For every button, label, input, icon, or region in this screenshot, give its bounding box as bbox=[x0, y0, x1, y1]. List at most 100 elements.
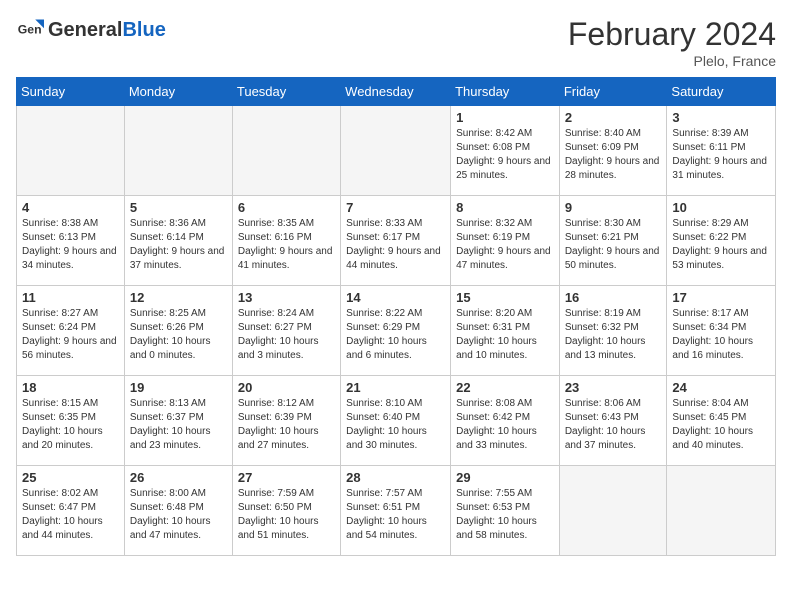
day-number: 8 bbox=[456, 200, 554, 215]
calendar-cell: 19Sunrise: 8:13 AM Sunset: 6:37 PM Dayli… bbox=[124, 376, 232, 466]
day-info: Sunrise: 8:04 AM Sunset: 6:45 PM Dayligh… bbox=[672, 397, 770, 453]
calendar-week-row: 4 Sunrise: 8:38 AM Sunset: 6:13 PM Daylig… bbox=[17, 196, 776, 286]
calendar-cell: 29 Sunrise: 7:55 AM Sunset: 6:53 PM Dayli… bbox=[451, 466, 560, 556]
day-number: 3 bbox=[672, 110, 770, 125]
day-info: Sunrise: 8:30 AM Sunset: 6:21 PM Dayligh… bbox=[565, 217, 662, 273]
day-info: Sunrise: 7:55 AM Sunset: 6:53 PM Dayligh… bbox=[456, 487, 554, 543]
day-info: Sunrise: 8:00 AM Sunset: 6:48 PM Dayligh… bbox=[130, 487, 227, 543]
calendar-cell: 10 Sunrise: 8:29 AM Sunset: 6:22 PM Dayli… bbox=[667, 196, 776, 286]
calendar-cell: 2 Sunrise: 8:40 AM Sunset: 6:09 PM Daylig… bbox=[559, 106, 667, 196]
calendar-cell: 17 Sunrise: 8:17 AM Sunset: 6:34 PM Dayli… bbox=[667, 286, 776, 376]
weekday-header-sunday: Sunday bbox=[17, 78, 125, 106]
logo-icon: Gen bbox=[16, 16, 44, 44]
calendar-cell: 27Sunrise: 7:59 AM Sunset: 6:50 PM Dayli… bbox=[232, 466, 340, 556]
day-info: Sunrise: 7:57 AM Sunset: 6:51 PM Dayligh… bbox=[346, 487, 445, 543]
day-number: 16 bbox=[565, 290, 662, 305]
day-info: Sunrise: 8:20 AM Sunset: 6:31 PM Dayligh… bbox=[456, 307, 554, 363]
calendar-cell: 13 Sunrise: 8:24 AM Sunset: 6:27 PM Dayli… bbox=[232, 286, 340, 376]
calendar-cell: 24Sunrise: 8:04 AM Sunset: 6:45 PM Dayli… bbox=[667, 376, 776, 466]
day-number: 5 bbox=[130, 200, 227, 215]
calendar-cell: 23 Sunrise: 8:06 AM Sunset: 6:43 PM Dayli… bbox=[559, 376, 667, 466]
day-info: Sunrise: 8:32 AM Sunset: 6:19 PM Dayligh… bbox=[456, 217, 554, 273]
day-number: 6 bbox=[238, 200, 335, 215]
day-info: Sunrise: 8:40 AM Sunset: 6:09 PM Dayligh… bbox=[565, 127, 662, 183]
day-number: 29 bbox=[456, 470, 554, 485]
svg-text:Gen: Gen bbox=[18, 23, 42, 37]
weekday-header-friday: Friday bbox=[559, 78, 667, 106]
calendar-cell bbox=[667, 466, 776, 556]
calendar-cell bbox=[232, 106, 340, 196]
day-number: 15 bbox=[456, 290, 554, 305]
day-number: 11 bbox=[22, 290, 119, 305]
day-number: 10 bbox=[672, 200, 770, 215]
day-number: 18 bbox=[22, 380, 119, 395]
day-info: Sunrise: 8:36 AM Sunset: 6:14 PM Dayligh… bbox=[130, 217, 227, 273]
day-info: Sunrise: 8:17 AM Sunset: 6:34 PM Dayligh… bbox=[672, 307, 770, 363]
weekday-header-row: SundayMondayTuesdayWednesdayThursdayFrid… bbox=[17, 78, 776, 106]
calendar-week-row: 1 Sunrise: 8:42 AM Sunset: 6:08 PM Daylig… bbox=[17, 106, 776, 196]
calendar-week-row: 18 Sunrise: 8:15 AM Sunset: 6:35 PM Dayli… bbox=[17, 376, 776, 466]
day-info: Sunrise: 8:25 AM Sunset: 6:26 PM Dayligh… bbox=[130, 307, 227, 363]
calendar-cell: 25 Sunrise: 8:02 AM Sunset: 6:47 PM Dayli… bbox=[17, 466, 125, 556]
day-info: Sunrise: 8:08 AM Sunset: 6:42 PM Dayligh… bbox=[456, 397, 554, 453]
page-header: Gen GeneralBlue February 2024 Plelo, Fra… bbox=[16, 16, 776, 69]
day-number: 14 bbox=[346, 290, 445, 305]
day-number: 26 bbox=[130, 470, 227, 485]
day-info: Sunrise: 8:27 AM Sunset: 6:24 PM Dayligh… bbox=[22, 307, 119, 363]
day-info: Sunrise: 8:33 AM Sunset: 6:17 PM Dayligh… bbox=[346, 217, 445, 273]
day-number: 13 bbox=[238, 290, 335, 305]
day-number: 1 bbox=[456, 110, 554, 125]
calendar-cell: 16Sunrise: 8:19 AM Sunset: 6:32 PM Dayli… bbox=[559, 286, 667, 376]
calendar-cell: 22Sunrise: 8:08 AM Sunset: 6:42 PM Dayli… bbox=[451, 376, 560, 466]
day-number: 23 bbox=[565, 380, 662, 395]
day-number: 17 bbox=[672, 290, 770, 305]
calendar-cell: 12 Sunrise: 8:25 AM Sunset: 6:26 PM Dayli… bbox=[124, 286, 232, 376]
calendar-cell: 4 Sunrise: 8:38 AM Sunset: 6:13 PM Daylig… bbox=[17, 196, 125, 286]
day-info: Sunrise: 8:38 AM Sunset: 6:13 PM Dayligh… bbox=[22, 217, 119, 273]
day-info: Sunrise: 8:22 AM Sunset: 6:29 PM Dayligh… bbox=[346, 307, 445, 363]
calendar-cell: 28 Sunrise: 7:57 AM Sunset: 6:51 PM Dayli… bbox=[341, 466, 451, 556]
calendar-cell: 18 Sunrise: 8:15 AM Sunset: 6:35 PM Dayli… bbox=[17, 376, 125, 466]
day-number: 12 bbox=[130, 290, 227, 305]
day-info: Sunrise: 8:06 AM Sunset: 6:43 PM Dayligh… bbox=[565, 397, 662, 453]
weekday-header-monday: Monday bbox=[124, 78, 232, 106]
day-number: 20 bbox=[238, 380, 335, 395]
calendar-cell bbox=[341, 106, 451, 196]
day-number: 28 bbox=[346, 470, 445, 485]
logo-blue: Blue bbox=[122, 19, 165, 41]
weekday-header-tuesday: Tuesday bbox=[232, 78, 340, 106]
calendar-cell: 6 Sunrise: 8:35 AM Sunset: 6:16 PM Daylig… bbox=[232, 196, 340, 286]
day-number: 2 bbox=[565, 110, 662, 125]
calendar-cell: 5 Sunrise: 8:36 AM Sunset: 6:14 PM Daylig… bbox=[124, 196, 232, 286]
day-number: 21 bbox=[346, 380, 445, 395]
calendar-cell bbox=[17, 106, 125, 196]
day-info: Sunrise: 8:02 AM Sunset: 6:47 PM Dayligh… bbox=[22, 487, 119, 543]
calendar-cell: 8 Sunrise: 8:32 AM Sunset: 6:19 PM Daylig… bbox=[451, 196, 560, 286]
day-number: 25 bbox=[22, 470, 119, 485]
day-info: Sunrise: 8:39 AM Sunset: 6:11 PM Dayligh… bbox=[672, 127, 770, 183]
day-info: Sunrise: 8:42 AM Sunset: 6:08 PM Dayligh… bbox=[456, 127, 554, 183]
calendar-week-row: 11 Sunrise: 8:27 AM Sunset: 6:24 PM Dayli… bbox=[17, 286, 776, 376]
day-number: 4 bbox=[22, 200, 119, 215]
day-number: 7 bbox=[346, 200, 445, 215]
day-info: Sunrise: 8:10 AM Sunset: 6:40 PM Dayligh… bbox=[346, 397, 445, 453]
day-info: Sunrise: 8:13 AM Sunset: 6:37 PM Dayligh… bbox=[130, 397, 227, 453]
day-info: Sunrise: 8:29 AM Sunset: 6:22 PM Dayligh… bbox=[672, 217, 770, 273]
calendar-cell: 11 Sunrise: 8:27 AM Sunset: 6:24 PM Dayli… bbox=[17, 286, 125, 376]
day-number: 9 bbox=[565, 200, 662, 215]
calendar-cell: 21 Sunrise: 8:10 AM Sunset: 6:40 PM Dayli… bbox=[341, 376, 451, 466]
calendar-table: SundayMondayTuesdayWednesdayThursdayFrid… bbox=[16, 77, 776, 556]
day-info: Sunrise: 8:35 AM Sunset: 6:16 PM Dayligh… bbox=[238, 217, 335, 273]
calendar-cell: 14 Sunrise: 8:22 AM Sunset: 6:29 PM Dayli… bbox=[341, 286, 451, 376]
weekday-header-thursday: Thursday bbox=[451, 78, 560, 106]
logo-general: General bbox=[48, 19, 122, 41]
calendar-cell: 1 Sunrise: 8:42 AM Sunset: 6:08 PM Daylig… bbox=[451, 106, 560, 196]
day-info: Sunrise: 8:15 AM Sunset: 6:35 PM Dayligh… bbox=[22, 397, 119, 453]
calendar-title: February 2024 bbox=[568, 16, 776, 53]
day-info: Sunrise: 8:12 AM Sunset: 6:39 PM Dayligh… bbox=[238, 397, 335, 453]
calendar-cell: 3 Sunrise: 8:39 AM Sunset: 6:11 PM Daylig… bbox=[667, 106, 776, 196]
day-number: 27 bbox=[238, 470, 335, 485]
day-info: Sunrise: 8:24 AM Sunset: 6:27 PM Dayligh… bbox=[238, 307, 335, 363]
title-block: February 2024 Plelo, France bbox=[568, 16, 776, 69]
calendar-cell bbox=[559, 466, 667, 556]
